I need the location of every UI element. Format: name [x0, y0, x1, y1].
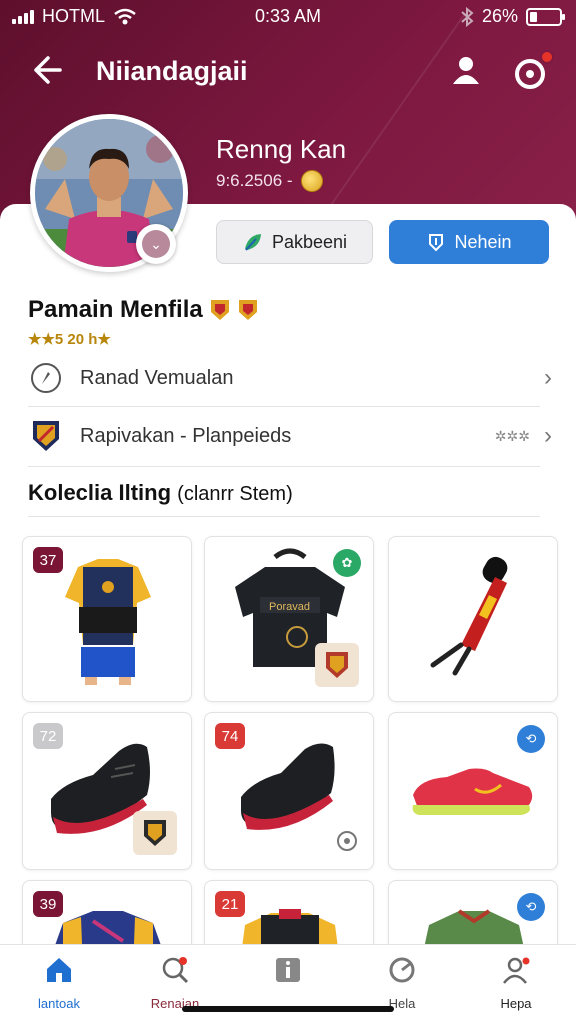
club-crest-icon	[28, 418, 64, 454]
backpack-print: Poravad	[269, 601, 310, 613]
item-card[interactable]: 37	[22, 536, 192, 702]
section-title: Pamain Menfila	[28, 296, 259, 324]
back-arrow-icon[interactable]	[28, 52, 64, 88]
divider	[28, 516, 540, 517]
player-name: Renng Kan	[216, 134, 347, 164]
sneaker-image	[412, 768, 533, 815]
item-card[interactable]: 72	[22, 712, 192, 870]
secondary-action-label: Pakbeeni	[271, 231, 348, 252]
collection-title-sub: (clanrr Stem)	[177, 483, 293, 505]
divider	[28, 406, 540, 407]
coin-icon	[300, 170, 323, 192]
nav-info[interactable]	[238, 955, 338, 996]
player-meta-text: 9:6.2506 -	[216, 171, 293, 190]
jersey-image	[65, 559, 151, 685]
chevron-down-icon: ⌄	[142, 230, 170, 258]
sparkle-icon: ✲✲✲	[494, 427, 530, 444]
notification-badge	[540, 50, 554, 64]
nav-profile[interactable]: Hepa	[466, 955, 566, 1011]
nav-label: lantoak	[38, 996, 80, 1011]
info-card-icon	[276, 958, 300, 982]
player-meta: 9:6.2506 -	[216, 170, 323, 192]
battery-icon	[526, 7, 565, 26]
list-row-stats[interactable]: Ranad Vemualan ›	[28, 354, 552, 402]
user-icon[interactable]	[448, 52, 484, 88]
gear-icon	[337, 831, 357, 851]
team-badge-icon	[238, 300, 257, 320]
nav-search[interactable]: Renaian	[125, 955, 225, 1011]
collection-title: Koleclia Ilting (clanrr Stem)	[28, 480, 293, 506]
item-card[interactable]	[388, 536, 558, 702]
bat-image	[430, 556, 508, 676]
nav-home[interactable]: lantoak	[9, 955, 109, 1011]
refresh-icon	[389, 957, 415, 983]
primary-action-button[interactable]: Nehein	[389, 220, 549, 264]
nav-help[interactable]: Hela	[352, 955, 452, 1011]
collection-title-bold: Koleclia Ilting	[28, 480, 172, 505]
item-card[interactable]: ✿ Poravad	[204, 536, 374, 702]
team-badge-icon	[210, 300, 229, 320]
status-bar: HOTML 0:33 AM 26%	[0, 0, 576, 34]
notifications-button[interactable]	[512, 50, 554, 92]
home-icon	[47, 958, 71, 982]
list-row-achievements[interactable]: Rapivakan - Planpeieds ✲✲✲ ›	[28, 412, 552, 460]
shield-icon	[429, 234, 444, 252]
battery-percent: 26%	[481, 6, 518, 26]
compass-icon	[28, 360, 64, 396]
primary-action-label: Nehein	[454, 231, 512, 252]
bluetooth-icon	[461, 6, 474, 27]
page-title: Niiandagjaii	[96, 56, 248, 86]
club-crest-icon	[315, 643, 359, 687]
item-card[interactable]: 74	[204, 712, 374, 870]
rating-text: ★★5 20 h★	[28, 331, 111, 348]
club-crest-icon	[133, 811, 177, 855]
avatar-edit-button[interactable]: ⌄	[136, 224, 176, 264]
item-card[interactable]: ⟲	[388, 712, 558, 870]
chevron-right-icon: ›	[544, 422, 552, 449]
chevron-right-icon: ›	[544, 364, 552, 391]
nav-label: Hepa	[500, 996, 532, 1011]
search-icon	[162, 957, 189, 984]
secondary-action-button[interactable]: Pakbeeni	[216, 220, 373, 264]
home-indicator[interactable]	[182, 1006, 394, 1012]
list-row-label: Ranad Vemualan	[80, 366, 234, 389]
list-row-label: Rapivakan - Planpeieds	[80, 424, 292, 447]
user-icon	[503, 957, 530, 984]
leaf-icon	[244, 234, 261, 251]
section-title-text: Pamain Menfila	[28, 296, 203, 323]
bottom-nav: lantoak Renaian Hela Hepa	[0, 944, 576, 1024]
divider	[28, 466, 540, 467]
